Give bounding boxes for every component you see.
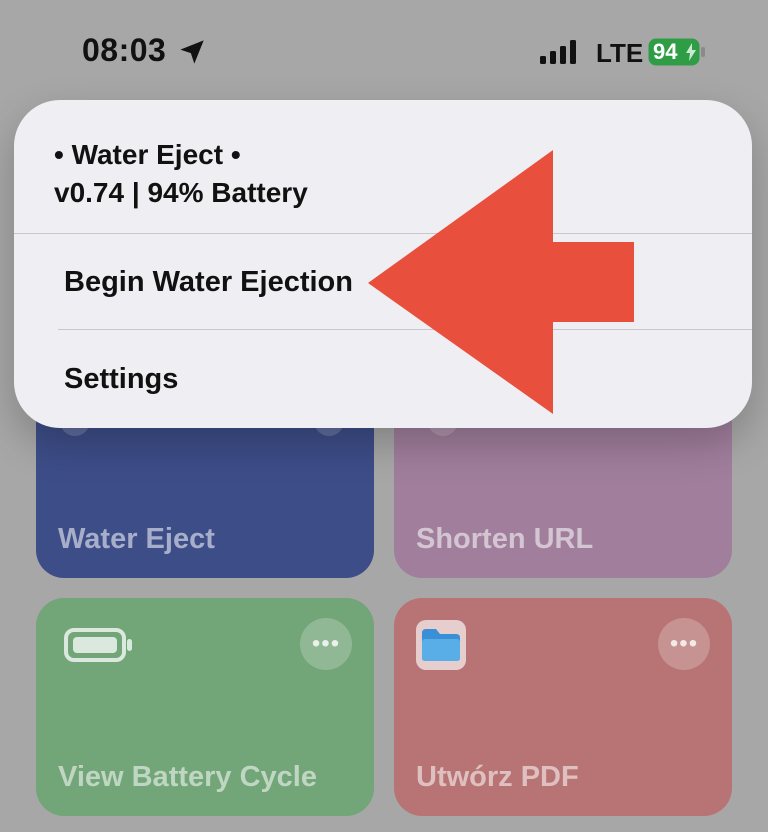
menu-title: • Water Eject • xyxy=(54,139,241,170)
charging-bolt-icon xyxy=(686,43,696,61)
shortcut-tile-view-battery-cycle[interactable]: ••• View Battery Cycle xyxy=(36,598,374,816)
folder-icon xyxy=(416,620,466,670)
menu-subtitle: v0.74 | 94% Battery xyxy=(54,177,308,208)
shortcut-label: View Battery Cycle xyxy=(58,761,317,793)
menu-item-settings[interactable]: Settings xyxy=(14,331,752,427)
status-time: 08:03 xyxy=(82,32,167,68)
divider xyxy=(58,329,752,330)
location-arrow-icon xyxy=(180,40,204,64)
menu-header: • Water Eject • v0.74 | 94% Battery xyxy=(54,136,308,212)
battery-indicator: 94 xyxy=(648,38,706,66)
more-options-button[interactable]: ••• xyxy=(300,618,352,670)
status-bar: 08:03 LTE 94 xyxy=(0,0,768,100)
shortcut-label: Utwórz PDF xyxy=(416,761,579,793)
more-options-button[interactable]: ••• xyxy=(658,618,710,670)
cellular-signal-icon xyxy=(540,40,576,64)
network-type: LTE xyxy=(596,38,644,68)
shortcut-label: Shorten URL xyxy=(416,523,594,555)
battery-level: 94 xyxy=(653,39,678,64)
shortcut-label: Water Eject xyxy=(58,523,215,555)
shortcut-menu-popup: • Water Eject • v0.74 | 94% Battery Begi… xyxy=(14,100,752,428)
menu-item-label: Settings xyxy=(64,363,179,395)
battery-icon xyxy=(64,628,132,662)
menu-item-label: Begin Water Ejection xyxy=(64,266,353,298)
shortcut-tile-utworz-pdf[interactable]: ••• Utwórz PDF xyxy=(394,598,732,816)
menu-item-begin-water-ejection[interactable]: Begin Water Ejection xyxy=(14,234,752,330)
